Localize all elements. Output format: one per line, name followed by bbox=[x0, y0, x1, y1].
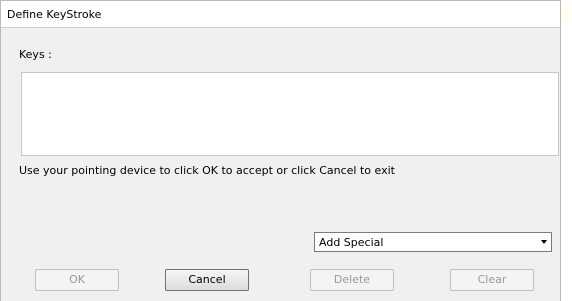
add-special-dropdown[interactable]: Add Special bbox=[314, 232, 552, 252]
title-bar: Define KeyStroke bbox=[1, 1, 560, 28]
chevron-down-icon[interactable] bbox=[541, 240, 547, 244]
clear-button[interactable]: Clear bbox=[450, 269, 534, 291]
keys-input[interactable] bbox=[21, 72, 559, 156]
cancel-button[interactable]: Cancel bbox=[165, 269, 249, 291]
keys-label: Keys : bbox=[19, 48, 52, 61]
add-special-selected: Add Special bbox=[319, 236, 384, 249]
ok-button[interactable]: OK bbox=[35, 269, 119, 291]
help-text: Use your pointing device to click OK to … bbox=[19, 164, 395, 177]
delete-button[interactable]: Delete bbox=[310, 269, 394, 291]
window-title: Define KeyStroke bbox=[7, 8, 102, 21]
define-keystroke-dialog: Define KeyStroke Keys : Use your pointin… bbox=[0, 0, 561, 301]
